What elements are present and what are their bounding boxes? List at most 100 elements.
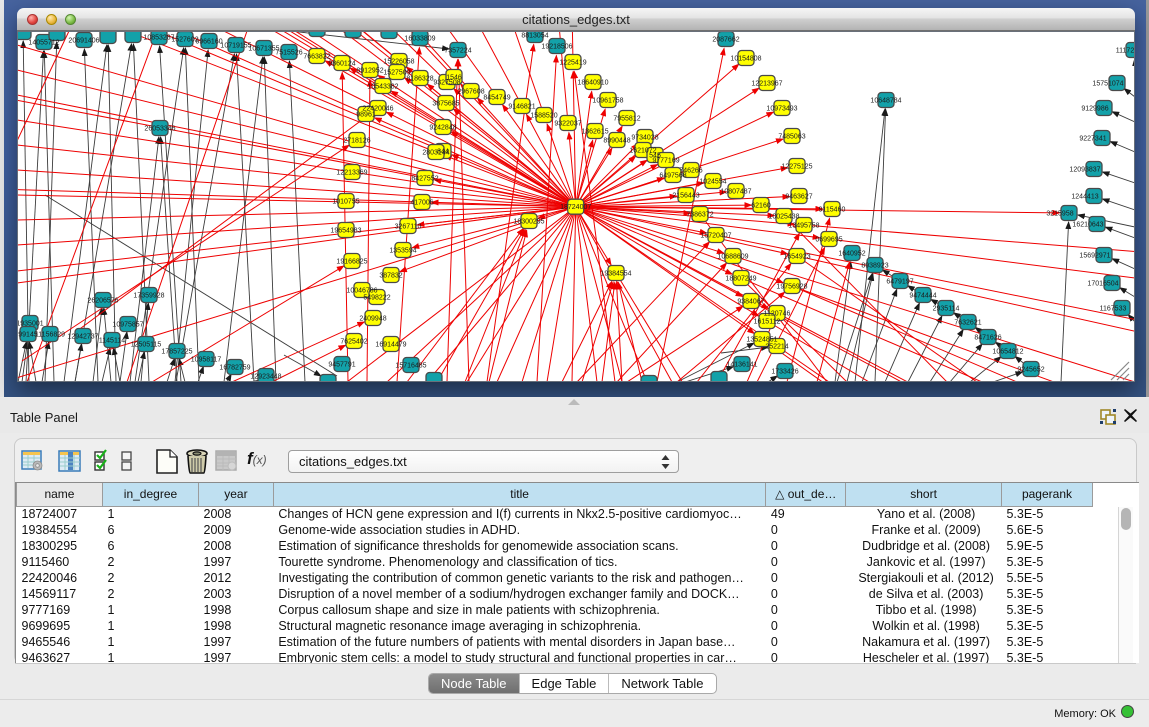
svg-text:20691406: 20691406 [68, 37, 99, 44]
svg-text:10154808: 10154808 [730, 55, 761, 62]
svg-text:18300295: 18300295 [513, 218, 544, 225]
svg-text:12505115: 12505115 [131, 341, 162, 348]
svg-text:15751074: 15751074 [1092, 80, 1123, 87]
svg-text:14136141: 14136141 [726, 361, 757, 368]
svg-text:252214: 252214 [765, 343, 788, 350]
svg-text:9115460: 9115460 [819, 206, 846, 213]
svg-text:10648784: 10648784 [870, 97, 901, 104]
svg-text:7632621: 7632621 [954, 319, 981, 326]
svg-text:14055712: 14055712 [28, 39, 59, 46]
svg-text:10719155: 10719155 [220, 42, 251, 49]
svg-text:9146821: 9146821 [508, 103, 535, 110]
svg-text:9457791: 9457791 [328, 361, 355, 368]
svg-text:1010755: 1010755 [332, 198, 359, 205]
svg-text:10975857: 10975857 [112, 321, 143, 328]
svg-text:62160: 62160 [751, 202, 771, 209]
svg-text:8813054: 8813054 [521, 32, 548, 39]
svg-text:18640910: 18640910 [577, 79, 608, 86]
svg-text:12275125: 12275125 [781, 163, 812, 170]
svg-text:16914479: 16914479 [375, 341, 406, 348]
svg-text:6966160: 6966160 [195, 38, 222, 45]
svg-text:1167533: 1167533 [1100, 305, 1127, 312]
svg-text:9860124: 9860124 [328, 60, 355, 67]
svg-text:1353594: 1353594 [389, 247, 416, 254]
svg-text:19654983: 19654983 [330, 227, 361, 234]
svg-text:1733426: 1733426 [771, 368, 798, 375]
svg-text:16782759: 16782759 [219, 364, 250, 371]
svg-text:17857225: 17857225 [161, 348, 192, 355]
svg-text:9463627: 9463627 [785, 193, 812, 200]
svg-text:10654812: 10654812 [992, 348, 1023, 355]
svg-text:98961: 98961 [356, 111, 376, 118]
svg-text:10543382: 10543382 [367, 83, 398, 90]
svg-text:9474444: 9474444 [909, 292, 936, 299]
svg-text:16033809: 16033809 [404, 35, 435, 42]
svg-text:2409948: 2409948 [359, 315, 386, 322]
svg-text:9245652: 9245652 [1017, 366, 1044, 373]
svg-text:9384067: 9384067 [737, 298, 764, 305]
svg-text:10046786: 10046786 [346, 287, 377, 294]
svg-text:2087662: 2087662 [712, 36, 739, 43]
svg-text:3875685: 3875685 [432, 100, 459, 107]
svg-text:1145114: 1145114 [99, 337, 125, 344]
svg-text:7386372: 7386372 [686, 211, 713, 218]
svg-text:13524851: 13524851 [746, 336, 777, 343]
svg-text:9242848: 9242848 [429, 124, 456, 131]
svg-text:1225419: 1225419 [559, 59, 586, 66]
svg-text:9129986: 9129986 [1081, 105, 1108, 112]
svg-text:1588520: 1588520 [530, 112, 557, 119]
svg-text:10025438: 10025438 [768, 213, 799, 220]
svg-text:417006: 417006 [410, 199, 433, 206]
svg-text:8471626: 8471626 [974, 334, 1001, 341]
svg-text:7515526: 7515526 [275, 49, 302, 56]
svg-text:1615112: 1615112 [754, 318, 781, 325]
svg-text:18807249: 18807249 [725, 275, 756, 282]
svg-text:2935114: 2935114 [933, 305, 960, 312]
svg-text:2803144: 2803144 [422, 149, 449, 156]
svg-text:8990448: 8990448 [603, 137, 630, 144]
svg-text:8427552: 8427552 [411, 175, 438, 182]
svg-text:7485063: 7485063 [778, 133, 805, 140]
svg-text:3267110: 3267110 [395, 223, 422, 230]
svg-text:18724007: 18724007 [560, 204, 591, 211]
svg-text:3215958: 3215958 [1046, 210, 1073, 217]
svg-text:17359928: 17359928 [133, 292, 164, 299]
svg-text:10807487: 10807487 [720, 188, 751, 195]
svg-text:1024554: 1024554 [699, 178, 726, 185]
svg-text:0699695: 0699695 [815, 236, 842, 243]
svg-text:387832: 387832 [379, 272, 402, 279]
svg-text:19166825: 19166825 [336, 258, 367, 265]
svg-text:1640952: 1640952 [838, 250, 865, 257]
svg-text:9227341: 9227341 [1079, 135, 1106, 142]
svg-text:9322037: 9322037 [554, 120, 581, 127]
svg-text:6497568: 6497568 [659, 172, 686, 179]
svg-text:7663822: 7663822 [303, 53, 330, 60]
svg-text:1362615: 1362615 [581, 128, 608, 135]
svg-text:12923448: 12923448 [250, 373, 281, 380]
svg-text:26053346: 26053346 [144, 125, 175, 132]
svg-text:11172: 11172 [1116, 47, 1135, 54]
svg-text:15716485: 15716485 [395, 362, 426, 369]
svg-text:5498222: 5498222 [363, 294, 390, 301]
svg-text:9734028: 9734028 [631, 134, 658, 141]
svg-text:1654923: 1654923 [783, 253, 810, 260]
svg-text:10961758: 10961758 [592, 97, 623, 104]
svg-text:15226058: 15226058 [383, 58, 414, 65]
svg-text:16210643: 16210643 [1072, 221, 1103, 228]
svg-text:12093837: 12093837 [1069, 166, 1100, 173]
svg-text:8938923: 8938923 [861, 262, 888, 269]
svg-text:11156829: 11156829 [35, 331, 65, 338]
svg-text:13495758: 13495758 [788, 222, 819, 229]
svg-text:2156443: 2156443 [672, 192, 699, 199]
svg-text:19218506: 19218506 [541, 43, 572, 50]
svg-text:19756928: 19756928 [776, 283, 807, 290]
svg-text:8186328: 8186328 [406, 75, 433, 82]
svg-text:1546: 1546 [446, 74, 462, 81]
svg-text:26206576: 26206576 [87, 297, 118, 304]
svg-text:12942737: 12942737 [67, 333, 98, 340]
svg-text:12213369: 12213369 [336, 169, 367, 176]
svg-text:1120746: 1120746 [764, 310, 791, 317]
svg-text:17016504: 17016504 [1087, 280, 1118, 287]
svg-text:2718126: 2718126 [343, 137, 370, 144]
svg-text:2967608: 2967608 [457, 88, 484, 95]
